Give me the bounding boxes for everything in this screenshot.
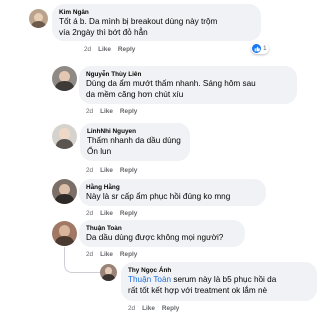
comment-text-line: rất tốt kết hợp với treatment ok lắm nè — [128, 285, 268, 295]
comment-bubble: Kim Ngân Tốt á b. Da mình bị breakout dù… — [52, 4, 261, 41]
reply-button[interactable]: Reply — [120, 108, 137, 116]
avatar[interactable] — [52, 66, 77, 91]
comment-actions: 2d Like Reply — [86, 108, 137, 116]
reply-button[interactable]: Reply — [120, 251, 137, 259]
reaction-badge[interactable]: 1 — [251, 43, 269, 54]
comment-author[interactable]: Hằng Hằng — [86, 183, 259, 192]
comment-author[interactable]: LinhNhi Nguyen — [87, 127, 183, 136]
reply-button[interactable]: Reply — [162, 305, 179, 313]
comment-author[interactable]: Thy Ngọc Ánh — [128, 266, 310, 275]
comment-text-line: Thuận Toàn serum này là b5 phục hồi da — [128, 275, 310, 286]
comment-bubble: Thuận Toàn Da dầu dùng được không mọi ng… — [79, 220, 245, 247]
comment-text-line: vía 2ngày thì bớt đỏ hẳn — [59, 27, 148, 37]
comment-actions: 2d Like Reply — [128, 305, 179, 313]
like-button[interactable]: Like — [100, 210, 113, 218]
comment-author[interactable]: Thuận Toàn — [86, 224, 238, 233]
comment-actions: 2d Like Reply — [86, 167, 137, 175]
reply-button[interactable]: Reply — [120, 167, 137, 175]
avatar[interactable] — [52, 179, 77, 204]
avatar[interactable] — [100, 264, 117, 281]
like-button[interactable]: Like — [100, 108, 113, 116]
comment-age[interactable]: 2d — [128, 305, 135, 313]
reply-thread-line — [64, 247, 102, 273]
reply-button[interactable]: Reply — [120, 210, 137, 218]
comment-age[interactable]: 2d — [86, 108, 93, 116]
comment-age[interactable]: 2d — [86, 210, 93, 218]
comment-text-line: Da dầu dùng được không mọi người? — [86, 233, 224, 242]
comment-text-rest: serum này là b5 phục hồi da — [171, 275, 277, 284]
like-button[interactable]: Like — [100, 167, 113, 175]
comment-author[interactable]: Kim Ngân — [59, 8, 254, 17]
comment-text-line: Dùng da ẩm mướt thấm nhanh. Sáng hôm sau — [86, 79, 256, 88]
comment-actions: 2d Like Reply — [84, 46, 135, 54]
comment-text-line: Tốt á b. Da mình bị breakout dùng này tr… — [59, 17, 218, 26]
comment-text-line: Này là sr cấp ẩm phục hồi đúng ko mng — [86, 192, 231, 201]
comment-age[interactable]: 2d — [84, 46, 91, 54]
comment-text-line: da mềm căng hơn chút xíu — [86, 89, 184, 99]
comment-author[interactable]: Nguyễn Thùy Liên — [86, 70, 290, 79]
avatar[interactable] — [52, 124, 77, 149]
avatar[interactable] — [29, 9, 48, 28]
comment-bubble: Nguyễn Thùy Liên Dùng da ẩm mướt thấm nh… — [79, 66, 297, 104]
comment-age[interactable]: 2d — [86, 167, 93, 175]
comment-bubble: LinhNhi Nguyen Thấm nhanh da dầu dùng Ổn… — [80, 123, 190, 161]
comment-text-line: Ổn lun — [87, 146, 112, 156]
comment-bubble: Hằng Hằng Này là sr cấp ẩm phục hồi đúng… — [79, 179, 266, 206]
comment-text-line: Thấm nhanh da dầu dùng — [87, 136, 181, 145]
reaction-count: 1 — [263, 45, 267, 52]
like-icon — [252, 44, 261, 53]
like-button[interactable]: Like — [100, 251, 113, 259]
comment-bubble: Thy Ngọc Ánh Thuận Toàn serum này là b5 … — [121, 262, 317, 301]
like-button[interactable]: Like — [142, 305, 155, 313]
comment-actions: 2d Like Reply — [86, 210, 137, 218]
mention-link[interactable]: Thuận Toàn — [128, 275, 171, 284]
like-button[interactable]: Like — [98, 46, 111, 54]
reply-button[interactable]: Reply — [118, 46, 135, 54]
avatar[interactable] — [52, 221, 77, 246]
